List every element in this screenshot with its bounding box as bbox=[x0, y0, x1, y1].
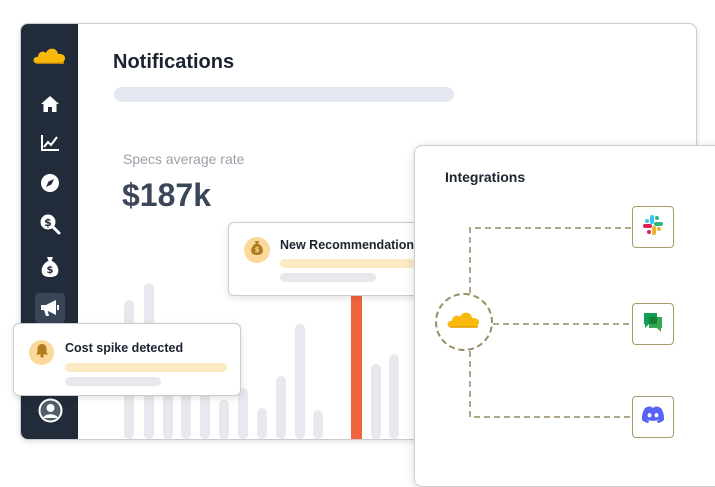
cloud-logo-icon[interactable] bbox=[33, 46, 67, 71]
sidebar-item-savings[interactable]: $ bbox=[35, 252, 65, 282]
cost-spike-card[interactable]: Cost spike detected bbox=[13, 323, 241, 396]
chart-bar bbox=[371, 364, 381, 439]
bell-icon bbox=[35, 343, 49, 363]
megaphone-icon bbox=[39, 298, 61, 318]
discord-icon bbox=[641, 405, 665, 430]
svg-text:$: $ bbox=[255, 246, 260, 254]
money-bag-icon: $ bbox=[250, 240, 264, 261]
sidebar-item-home[interactable] bbox=[35, 89, 65, 119]
cost-spike-title: Cost spike detected bbox=[65, 341, 184, 355]
chart-bar bbox=[389, 354, 399, 439]
user-avatar-icon[interactable] bbox=[38, 398, 63, 428]
chart-bar bbox=[219, 400, 229, 439]
sidebar-item-cost-search[interactable]: $ bbox=[35, 209, 65, 239]
integrations-panel: Integrations bbox=[414, 145, 715, 487]
slack-icon bbox=[642, 214, 664, 241]
integration-discord[interactable] bbox=[632, 396, 674, 438]
integrations-hub bbox=[435, 293, 493, 351]
recommendations-title: New Recommendations bbox=[280, 238, 422, 252]
chart-bar-highlight bbox=[351, 286, 362, 439]
integration-slack[interactable] bbox=[632, 206, 674, 248]
compass-icon bbox=[40, 173, 60, 193]
chart-bar bbox=[295, 324, 305, 439]
money-bag-icon: $ bbox=[40, 256, 60, 278]
recommendations-placeholder-line bbox=[280, 259, 415, 268]
integration-google-chat[interactable] bbox=[632, 303, 674, 345]
sidebar-item-analytics[interactable] bbox=[35, 128, 65, 158]
line-chart-icon bbox=[40, 134, 60, 152]
svg-text:$: $ bbox=[44, 216, 52, 229]
recommendations-icon-badge: $ bbox=[244, 237, 270, 263]
chart-bar bbox=[313, 410, 323, 439]
dollar-search-icon: $ bbox=[39, 213, 61, 235]
cloud-logo-icon bbox=[447, 310, 481, 335]
cost-spike-icon-badge bbox=[29, 340, 54, 365]
cost-spike-placeholder-line bbox=[65, 363, 227, 372]
chart-bar bbox=[238, 388, 248, 439]
chart-bar bbox=[276, 376, 286, 439]
svg-text:$: $ bbox=[47, 265, 54, 276]
sidebar-item-notifications[interactable] bbox=[35, 293, 65, 323]
recommendations-placeholder-line bbox=[280, 273, 376, 282]
home-icon bbox=[40, 95, 60, 113]
google-chat-icon bbox=[642, 311, 664, 338]
cost-spike-placeholder-line bbox=[65, 377, 161, 386]
recommendations-card[interactable]: $ New Recommendations bbox=[228, 222, 426, 296]
sidebar-item-explore[interactable] bbox=[35, 168, 65, 198]
chart-bar bbox=[257, 408, 267, 439]
